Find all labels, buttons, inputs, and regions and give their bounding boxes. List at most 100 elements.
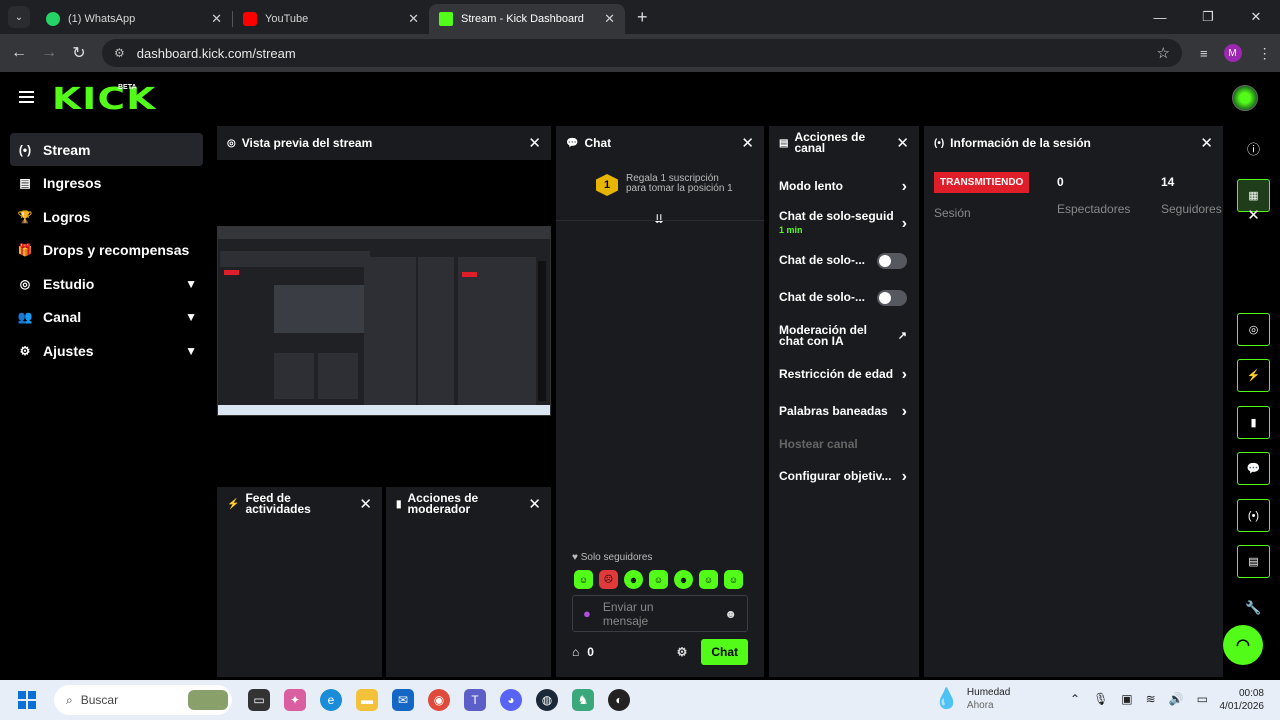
gear-icon: ⚙	[19, 343, 31, 358]
gift-sub-leaderboard[interactable]: 1 Regala 1 suscripción para tomar la pos…	[596, 174, 764, 196]
toggle-switch[interactable]	[877, 289, 907, 306]
close-icon[interactable]: ✕	[408, 11, 419, 27]
task-view-icon[interactable]: ▭	[248, 689, 270, 711]
chat-message-input[interactable]: ● Enviar un mensaje ☻	[572, 595, 748, 632]
close-icon[interactable]: ✕	[1237, 206, 1270, 224]
edge-icon[interactable]: e	[320, 689, 342, 711]
action-ai-moderation[interactable]: Moderación del chat con IA ↗	[769, 316, 919, 356]
action-emote-chat[interactable]: Chat de solo-...	[769, 279, 919, 316]
emoji-picker-icon[interactable]: ☻	[724, 607, 737, 621]
tray-app-icon[interactable]: ▣	[1121, 692, 1132, 706]
microphone-icon[interactable]: ●	[583, 606, 591, 621]
emote-icon[interactable]: ☻	[624, 570, 643, 589]
media-control-icon[interactable]: ≡	[1200, 46, 1208, 61]
close-icon[interactable]: ✕	[604, 11, 615, 27]
info-icon[interactable]: ⓘ	[1237, 139, 1270, 158]
chevron-down-icon[interactable]: ▼	[185, 344, 197, 358]
wifi-icon[interactable]: ≋	[1146, 692, 1156, 706]
obs-icon[interactable]: ◐	[608, 689, 630, 711]
emote-icon[interactable]: ☺	[574, 570, 593, 589]
site-info-icon[interactable]: ⚙	[114, 46, 125, 60]
chat-toggle[interactable]: 💬	[1237, 452, 1270, 485]
windows-start-icon[interactable]	[18, 691, 36, 709]
tab-whatsapp[interactable]: (1) WhatsApp ✕	[36, 4, 232, 34]
tab-kick-dashboard[interactable]: Stream - Kick Dashboard ✕	[429, 4, 625, 34]
support-headset-button[interactable]: ◠	[1223, 625, 1263, 665]
battery-icon[interactable]: ▭	[1197, 692, 1208, 706]
minimize-icon[interactable]: —	[1136, 0, 1184, 34]
action-configure-goal[interactable]: Configurar objetiv... ›	[769, 458, 919, 495]
sidebar-item-canal[interactable]: 👥 Canal ▼	[10, 301, 203, 334]
new-tab-button[interactable]: +	[637, 7, 648, 28]
steam-icon[interactable]: ◍	[536, 689, 558, 711]
store-icon[interactable]: ⌂	[572, 645, 579, 659]
sidebar-item-estudio[interactable]: ◎ Estudio ▼	[10, 267, 203, 300]
session-info-toggle[interactable]: (•)	[1237, 499, 1270, 532]
action-followers-chat[interactable]: Chat de solo-seguid 1 min ›	[769, 205, 919, 242]
moderator-actions-panel: ▮ Acciones de moderador ✕	[386, 487, 551, 677]
emote-icon[interactable]: ☺	[724, 570, 743, 589]
pinned-expand-icon[interactable]: ⇊	[654, 212, 664, 226]
close-icon[interactable]: ✕	[528, 136, 541, 151]
chevron-up-icon[interactable]: ⌃	[1070, 692, 1080, 706]
tab-search-button[interactable]: ⌄	[8, 6, 30, 28]
sidebar-item-drops[interactable]: 🎁 Drops y recompensas	[10, 234, 203, 267]
discord-icon[interactable]: ◕	[500, 689, 522, 711]
forward-icon[interactable]: →	[34, 44, 64, 62]
microphone-icon[interactable]: 🎙	[1093, 692, 1108, 706]
action-age-restriction[interactable]: Restricción de edad ›	[769, 356, 919, 393]
close-icon[interactable]: ✕	[211, 11, 222, 27]
chevron-down-icon[interactable]: ▼	[185, 310, 197, 324]
back-icon[interactable]: ←	[4, 44, 34, 62]
outlook-icon[interactable]: ✉	[392, 689, 414, 711]
emote-icon[interactable]: ☺	[649, 570, 668, 589]
profile-avatar[interactable]: M	[1223, 44, 1242, 62]
close-icon[interactable]: ✕	[1200, 136, 1213, 151]
teams-icon[interactable]: T	[464, 689, 486, 711]
close-icon[interactable]: ✕	[359, 497, 372, 512]
sidebar-item-ingresos[interactable]: ▤ Ingresos	[10, 167, 203, 200]
bookmark-star-icon[interactable]: ☆	[1157, 44, 1170, 62]
emote-icon[interactable]: ☻	[674, 570, 693, 589]
sidebar-item-label: Ajustes	[43, 342, 94, 359]
maximize-icon[interactable]: ❐	[1184, 0, 1232, 34]
url-bar[interactable]: ⚙ dashboard.kick.com/stream ☆	[102, 39, 1182, 67]
channel-actions-toggle[interactable]: ▤	[1237, 545, 1270, 578]
tab-youtube[interactable]: YouTube ✕	[233, 4, 429, 34]
chrome-icon[interactable]: ◉	[428, 689, 450, 711]
emote-icon[interactable]: ☹	[599, 570, 618, 589]
hamburger-menu-icon[interactable]	[19, 91, 34, 103]
copilot-icon[interactable]: ✦	[284, 689, 306, 711]
mod-actions-toggle[interactable]: ▮	[1237, 406, 1270, 439]
close-icon[interactable]: ✕	[896, 136, 909, 151]
toggle-switch[interactable]	[877, 252, 907, 269]
sidebar-item-stream[interactable]: (•) Stream	[10, 133, 203, 166]
taskbar-search[interactable]: ⌕ Buscar	[54, 685, 232, 715]
file-explorer-icon[interactable]: ▬	[356, 689, 378, 711]
sidebar-item-logros[interactable]: 🏆 Logros	[10, 200, 203, 233]
weather-widget[interactable]: 💧 Humedad Ahora	[934, 686, 1010, 712]
stream-video[interactable]	[217, 160, 551, 486]
reload-icon[interactable]: ↻	[64, 43, 94, 63]
close-icon[interactable]: ✕	[528, 497, 541, 512]
wrench-icon[interactable]: 🔧	[1237, 600, 1270, 616]
send-chat-button[interactable]: Chat	[701, 639, 748, 665]
stream-preview-toggle[interactable]: ◎	[1237, 313, 1270, 346]
sidebar-item-ajustes[interactable]: ⚙ Ajustes ▼	[10, 334, 203, 367]
action-subscribers-chat[interactable]: Chat de solo-...	[769, 242, 919, 279]
chat-settings-icon[interactable]: ⚙	[677, 645, 688, 659]
kick-logo[interactable]: KICK	[52, 82, 157, 117]
close-window-icon[interactable]: ✕	[1232, 0, 1280, 34]
emote-icon[interactable]: ☺	[699, 570, 718, 589]
chevron-down-icon[interactable]: ▼	[185, 277, 197, 291]
app-icon[interactable]: ♞	[572, 689, 594, 711]
close-icon[interactable]: ✕	[741, 136, 754, 151]
action-banned-words[interactable]: Palabras baneadas ›	[769, 393, 919, 430]
activity-feed-toggle[interactable]: ⚡	[1237, 359, 1270, 392]
taskbar-clock[interactable]: 00:08 4/01/2026	[1220, 687, 1265, 713]
user-avatar[interactable]	[1232, 85, 1258, 111]
volume-icon[interactable]: 🔊	[1169, 692, 1184, 706]
beta-badge: BETA	[118, 84, 137, 91]
menu-dots-icon[interactable]: ⋮	[1258, 45, 1272, 62]
action-slow-mode[interactable]: Modo lento ›	[769, 168, 919, 205]
